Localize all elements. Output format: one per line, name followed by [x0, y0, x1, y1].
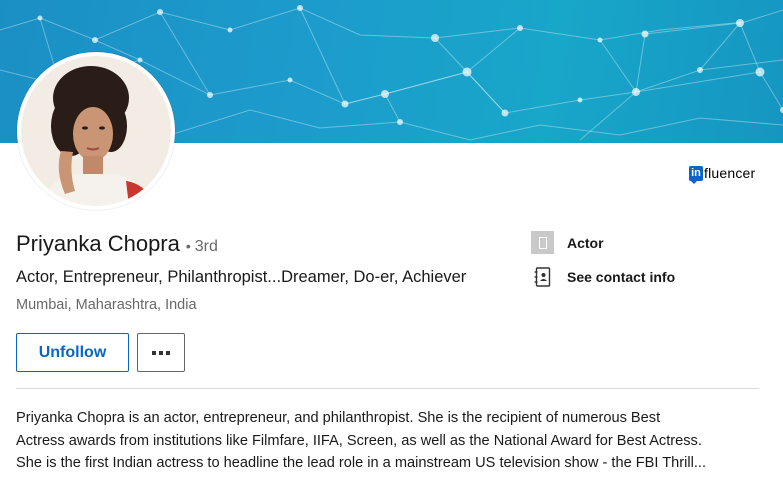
profile-name: Priyanka Chopra	[16, 231, 180, 256]
more-actions-button[interactable]	[137, 333, 185, 372]
influencer-badge: in fluencer	[689, 165, 756, 184]
separator-dot: •	[185, 238, 191, 254]
about-summary[interactable]: Priyanka Chopra is an actor, entrepreneu…	[16, 407, 766, 475]
profile-location: Mumbai, Maharashtra, India	[16, 297, 197, 313]
more-horizontal-icon	[152, 350, 170, 355]
current-position-link[interactable]: Actor	[531, 231, 604, 254]
current-position-label: Actor	[567, 234, 604, 251]
linkedin-logo-icon: in	[689, 165, 703, 184]
about-line: Priyanka Chopra is an actor, entrepreneu…	[16, 410, 661, 426]
profile-photo[interactable]	[17, 52, 175, 210]
profile-headline: Actor, Entrepreneur, Philanthropist...Dr…	[16, 268, 467, 286]
connection-degree: 3rd	[194, 238, 218, 255]
name-row: Priyanka Chopra • 3rd	[16, 231, 218, 257]
contact-card-icon	[531, 265, 554, 288]
about-line: She is the first Indian actress to headl…	[16, 455, 707, 471]
contact-info-link[interactable]: See contact info	[531, 265, 675, 288]
influencer-label: fluencer	[704, 165, 756, 181]
company-logo-icon	[531, 231, 554, 254]
section-divider	[16, 388, 759, 389]
avatar-portrait	[21, 56, 171, 206]
unfollow-button[interactable]: Unfollow	[16, 333, 129, 372]
about-line: Actress awards from institutions like Fi…	[16, 432, 702, 449]
contact-info-label: See contact info	[567, 268, 676, 285]
